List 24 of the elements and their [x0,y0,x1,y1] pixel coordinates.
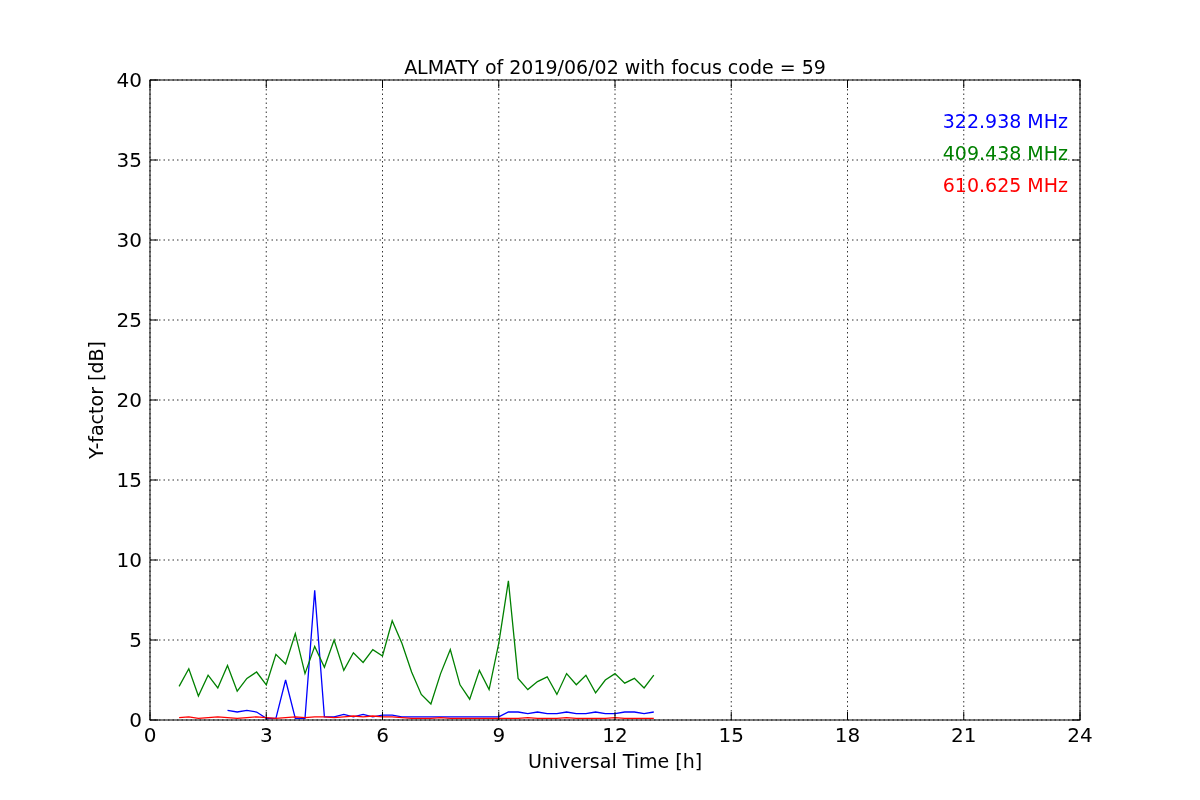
x-tick-label: 9 [492,723,506,747]
x-tick-label: 24 [1067,723,1093,747]
y-tick-label: 0 [129,708,142,732]
x-tick-label: 15 [718,723,744,747]
x-axis-label: Universal Time [h] [527,750,703,772]
legend-label: 409.438 MHz [942,142,1068,164]
legend-label: 610.625 MHz [942,174,1068,196]
x-tick-label: 12 [602,723,628,747]
x-tick-label: 6 [376,723,389,747]
y-tick-label: 15 [116,468,142,492]
x-tick-label: 18 [834,723,861,747]
y-tick-label: 35 [116,148,142,172]
y-tick-label: 20 [116,388,142,412]
y-tick-label: 10 [116,548,142,572]
y-tick-label: 30 [116,228,142,252]
y-axis-label: Y-factor [dB] [85,341,107,459]
y-tick-label: 5 [129,628,142,652]
y-tick-label: 40 [116,68,142,92]
x-tick-label: 0 [143,723,157,747]
x-tick-label: 21 [951,723,977,747]
chart-title: ALMATY of 2019/06/02 with focus code = 59 [404,56,826,78]
y-tick-label: 25 [116,308,142,332]
x-tick-label: 3 [259,723,273,747]
legend-label: 322.938 MHz [942,110,1068,132]
